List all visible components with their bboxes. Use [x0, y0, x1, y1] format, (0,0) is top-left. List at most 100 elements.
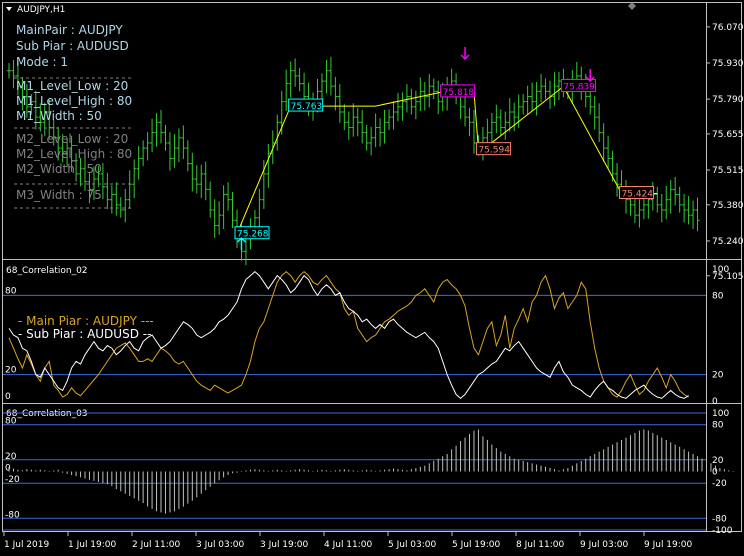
candle — [695, 197, 700, 232]
left-level-label: 80 — [5, 286, 17, 296]
candle — [436, 80, 441, 115]
candle — [592, 96, 597, 130]
candle — [221, 185, 226, 230]
right-level-label: 0 — [712, 397, 718, 407]
candle — [342, 104, 347, 131]
candle — [172, 134, 177, 168]
time-tick-label: 2 Jul 11:00 — [132, 540, 181, 550]
candle — [552, 72, 557, 106]
m2-setting: M2_Level_Low : 20 — [16, 132, 128, 146]
time-tick-label: 1 Jul 2019 — [4, 540, 49, 550]
candle — [203, 161, 208, 201]
candle — [655, 186, 660, 213]
candle — [391, 101, 396, 130]
candle — [105, 172, 110, 209]
time-tick-label: 3 Jul 03:00 — [196, 540, 245, 550]
time-tick-label: 5 Jul 19:00 — [452, 540, 501, 550]
candle — [118, 197, 123, 218]
time-tick-label: 9 Jul 03:00 — [580, 540, 629, 550]
candle — [418, 77, 423, 111]
candle — [382, 109, 387, 144]
m2-setting: M2_Width : 50 — [16, 162, 102, 176]
right-level-label: -100 — [712, 526, 733, 536]
candle — [185, 140, 190, 172]
right-level-label: 20 — [712, 456, 724, 466]
candle — [637, 199, 642, 228]
candle — [114, 182, 119, 216]
candle — [190, 152, 195, 192]
candle — [471, 109, 476, 154]
candle — [677, 186, 682, 213]
time-tick-label: 1 Jul 19:00 — [68, 540, 117, 550]
candle — [360, 109, 365, 144]
candle — [181, 125, 186, 159]
candle — [257, 188, 262, 231]
price-label: 75.839 — [563, 82, 595, 92]
candle — [632, 197, 637, 223]
candle — [284, 69, 289, 111]
candle — [664, 185, 669, 220]
candle — [467, 107, 472, 137]
candle — [132, 159, 137, 199]
triangle-down-icon[interactable] — [6, 7, 12, 11]
price-tick-label: 75.515 — [712, 166, 744, 176]
candle — [346, 111, 351, 140]
candle — [659, 194, 664, 223]
legend-main: - Main Piar : AUDJPY --- — [18, 314, 154, 328]
candle — [413, 90, 418, 120]
time-tick-label: 9 Jul 19:00 — [644, 540, 693, 550]
candle — [176, 128, 181, 163]
candle — [230, 191, 235, 229]
price-tick-label: 75.930 — [712, 59, 744, 69]
candle — [217, 201, 222, 235]
candle — [503, 111, 508, 140]
candle — [127, 170, 132, 209]
candle — [141, 140, 146, 167]
left-level-label: 20 — [5, 452, 17, 462]
info-line: Mode : 1 — [16, 55, 68, 69]
candle — [167, 132, 172, 171]
candle — [507, 98, 512, 132]
left-level-label: 20 — [5, 366, 17, 376]
candle — [409, 88, 414, 115]
candle — [333, 76, 338, 111]
candle — [404, 84, 409, 113]
candle — [512, 102, 517, 132]
candle — [212, 199, 217, 238]
candle — [159, 109, 164, 144]
up-arrow-icon — [236, 236, 247, 250]
candle — [494, 104, 499, 134]
left-level-label: -80 — [5, 510, 20, 520]
candle — [539, 73, 544, 103]
candle — [463, 92, 468, 127]
price-tick-label: 75.655 — [712, 130, 744, 140]
chart-window[interactable]: AUDJPY,H1 76.070 75.930 75.790 75.655 75.515 7… — [0, 0, 744, 551]
right-level-label: 100 — [712, 409, 729, 419]
candle — [163, 124, 168, 151]
candle — [337, 84, 342, 123]
candle — [369, 126, 374, 156]
candle — [521, 93, 526, 115]
candle — [319, 73, 324, 100]
m2-setting: M2_Level_High : 80 — [16, 147, 132, 161]
candle — [615, 163, 620, 197]
candle — [588, 88, 593, 115]
time-tick-label: 4 Jul 11:00 — [324, 540, 373, 550]
right-level-label: 20 — [712, 371, 724, 381]
candle — [288, 61, 293, 98]
candle — [293, 58, 298, 87]
price-tick-label: 75.380 — [712, 201, 744, 211]
candle — [606, 135, 611, 170]
chart-svg: AUDJPY,H1 76.070 75.930 75.790 75.655 75.515 7… — [2, 2, 744, 550]
candle — [547, 80, 552, 109]
candle — [11, 59, 16, 89]
down-arrow-icon — [460, 47, 470, 61]
price-tick-label: 75.240 — [712, 237, 744, 247]
diamond-icon[interactable] — [628, 2, 636, 10]
down-arrow-icon — [585, 69, 595, 83]
left-level-label: 0 — [5, 392, 11, 402]
window-title: AUDJPY,H1 — [17, 5, 65, 15]
price-label: 75.594 — [478, 146, 510, 156]
candle — [597, 103, 602, 142]
candle — [351, 103, 356, 137]
